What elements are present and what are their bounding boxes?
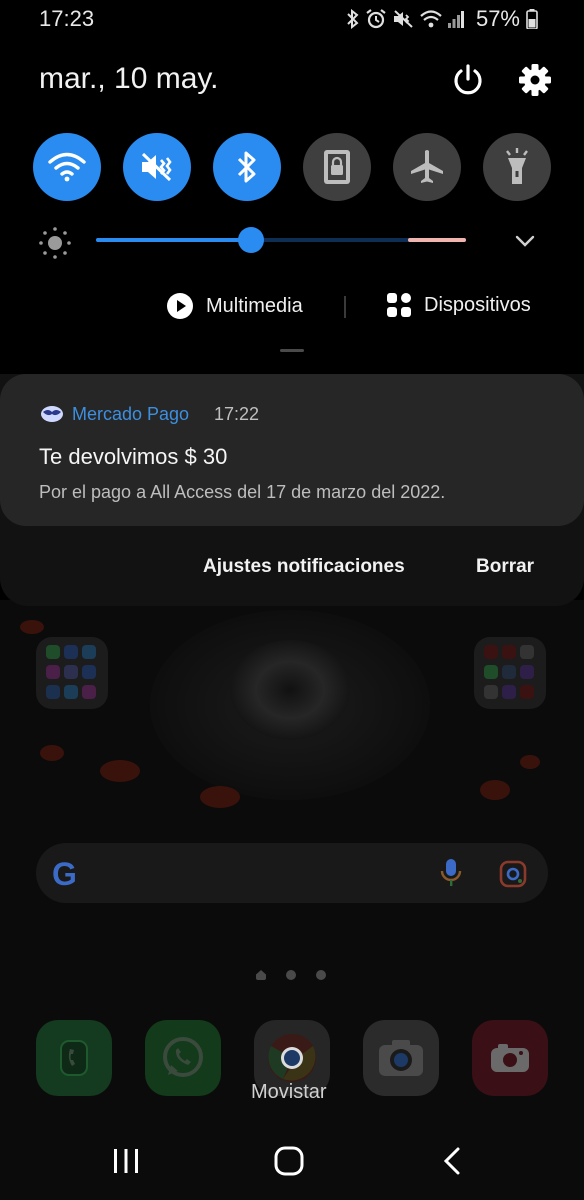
brightness-icon — [38, 226, 72, 260]
lock-icon — [324, 150, 350, 184]
notification-body: Por el pago a All Access del 17 de marzo… — [39, 482, 446, 502]
home-icon — [274, 1146, 304, 1176]
battery-icon — [526, 9, 538, 29]
google-logo: G — [52, 856, 77, 892]
recent-apps-icon — [114, 1149, 138, 1173]
bluetooth-icon — [237, 151, 256, 183]
brightness-slider-fill — [96, 238, 252, 242]
video-camera-icon — [491, 1044, 529, 1072]
tile-wifi[interactable] — [33, 133, 101, 201]
notification-app-name: Mercado Pago — [72, 404, 190, 424]
phone-icon — [60, 1040, 88, 1076]
phone-app[interactable] — [36, 1020, 112, 1096]
whatsapp-icon — [163, 1037, 203, 1077]
wifi-icon — [420, 10, 442, 28]
signal-icon — [447, 11, 464, 28]
app-folder-social[interactable] — [36, 637, 108, 709]
tile-rotation-lock[interactable] — [303, 133, 371, 201]
panel-drag-handle[interactable] — [280, 349, 304, 352]
status-icons: 57% — [346, 6, 538, 32]
lens-icon[interactable] — [499, 860, 527, 888]
notification-title: Te devolvimos $ 30 — [39, 444, 228, 469]
chevron-down-icon — [515, 235, 535, 247]
airplane-icon — [411, 150, 443, 183]
notification-time: 17:22 — [214, 404, 260, 424]
clear-notifications-button[interactable]: Borrar — [476, 556, 534, 578]
screen-recorder-app[interactable] — [472, 1020, 548, 1096]
google-search-bar[interactable] — [36, 843, 548, 903]
battery-percent: 57% — [475, 6, 520, 31]
expand-button[interactable] — [512, 228, 538, 254]
vibrate-icon — [141, 152, 172, 182]
home-button[interactable] — [274, 1145, 304, 1177]
brightness-slider-thumb[interactable] — [238, 227, 265, 253]
media-label: Multimedia — [206, 294, 303, 317]
power-button[interactable] — [450, 62, 486, 98]
devices-button[interactable]: Dispositivos — [386, 292, 531, 318]
play-icon — [167, 293, 193, 319]
date-label: mar., 10 may. — [39, 62, 219, 95]
camera-app[interactable] — [363, 1020, 439, 1096]
divider — [344, 296, 346, 318]
mic-icon[interactable] — [440, 858, 462, 888]
carrier-label: Movistar — [251, 1081, 327, 1103]
tile-airplane[interactable] — [393, 133, 461, 201]
gear-icon — [519, 64, 551, 96]
page-dot — [286, 970, 296, 980]
media-button[interactable]: Multimedia — [166, 292, 303, 320]
tile-sound-mode[interactable] — [123, 133, 191, 201]
vibrate-icon — [393, 10, 413, 28]
chrome-icon — [268, 1033, 316, 1082]
power-icon — [454, 64, 482, 95]
whatsapp-app[interactable] — [145, 1020, 221, 1096]
camera-icon — [379, 1040, 423, 1076]
flashlight-icon — [506, 148, 528, 184]
bluetooth-icon — [347, 9, 359, 29]
brightness-slider-warm-zone — [408, 238, 466, 242]
devices-label: Dispositivos — [424, 293, 531, 316]
tile-bluetooth[interactable] — [213, 133, 281, 201]
alarm-icon — [366, 9, 386, 29]
recent-apps-button[interactable] — [112, 1148, 140, 1174]
back-icon — [443, 1147, 460, 1175]
wifi-icon — [48, 152, 86, 182]
page-dot — [316, 970, 326, 980]
app-folder-media[interactable] — [474, 637, 546, 709]
notification-settings-button[interactable]: Ajustes notificaciones — [203, 556, 405, 578]
tile-flashlight[interactable] — [483, 133, 551, 201]
settings-button[interactable] — [517, 62, 553, 98]
status-time: 17:23 — [39, 6, 95, 31]
devices-grid-icon — [387, 293, 411, 317]
back-button[interactable] — [442, 1146, 462, 1176]
mercado-pago-icon — [40, 403, 64, 425]
